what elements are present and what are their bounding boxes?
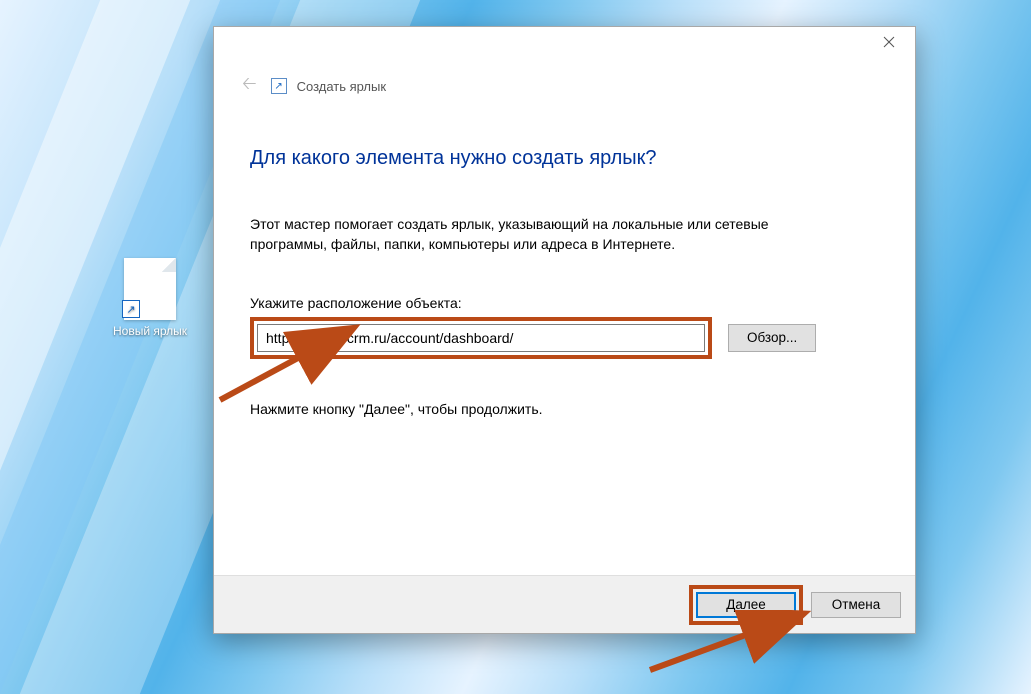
- close-button[interactable]: [866, 27, 911, 57]
- next-button[interactable]: Далее: [696, 592, 796, 618]
- dialog-header: 🡠 ↗ Создать ярлык: [214, 61, 915, 101]
- page-heading: Для какого элемента нужно создать ярлык?: [250, 147, 879, 170]
- shortcut-arrow-icon: ↗: [122, 300, 140, 318]
- browse-button[interactable]: Обзор...: [728, 324, 816, 352]
- location-input[interactable]: [257, 324, 705, 352]
- desktop-icon-label: Новый ярлык: [110, 324, 190, 338]
- dialog-content: Для какого элемента нужно создать ярлык?…: [214, 101, 915, 417]
- back-arrow-icon[interactable]: 🡠: [238, 71, 261, 101]
- shortcut-mini-icon: ↗: [271, 78, 287, 94]
- highlight-annotation-next: Далее: [689, 585, 803, 625]
- dialog-footer: Далее Отмена: [214, 575, 915, 633]
- description-text: Этот мастер помогает создать ярлык, указ…: [250, 214, 810, 255]
- desktop-shortcut-icon[interactable]: ↗ Новый ярлык: [110, 258, 190, 338]
- highlight-annotation-input: [250, 317, 712, 359]
- location-label: Укажите расположение объекта:: [250, 295, 879, 311]
- continue-hint: Нажмите кнопку "Далее", чтобы продолжить…: [250, 401, 879, 417]
- titlebar: [214, 27, 915, 61]
- dialog-title: Создать ярлык: [297, 79, 386, 94]
- cancel-button[interactable]: Отмена: [811, 592, 901, 618]
- create-shortcut-dialog: 🡠 ↗ Создать ярлык Для какого элемента ну…: [213, 26, 916, 634]
- close-icon: [883, 36, 895, 48]
